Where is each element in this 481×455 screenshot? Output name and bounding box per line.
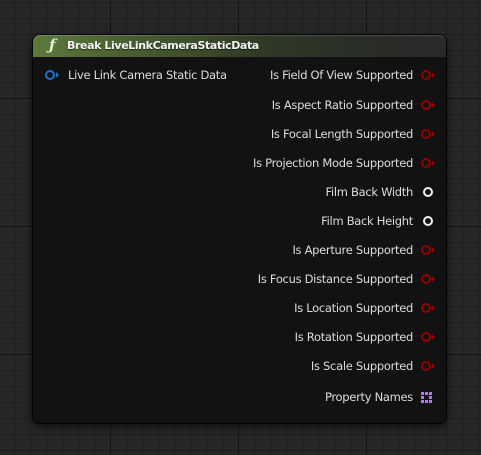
pin-label: Property Names: [324, 390, 413, 404]
break-struct-node[interactable]: ƒ Break LiveLinkCameraStaticData Live Li…: [33, 35, 446, 423]
output-pin-row-film-back-width[interactable]: Film Back Width: [33, 183, 446, 201]
pin-label: Is Field Of View Supported: [270, 68, 413, 82]
pin-arrow-icon: [432, 72, 435, 78]
pin-label: Film Back Width: [325, 185, 413, 199]
pin-arrow-icon: [432, 102, 435, 108]
output-pin-row-is-field-of-view-supported[interactable]: Is Field Of View Supported: [33, 66, 446, 84]
output-pin-row-is-focus-distance-supported[interactable]: Is Focus Distance Supported: [33, 270, 446, 288]
bool-pin-icon[interactable]: [421, 332, 431, 342]
output-pin-row-property-names[interactable]: Property Names: [33, 388, 446, 406]
pin-label: Is Aperture Supported: [292, 243, 413, 257]
bool-pin-icon[interactable]: [421, 158, 431, 168]
pin-arrow-icon: [432, 247, 435, 253]
pin-arrow-icon: [432, 363, 435, 369]
pin-label: Is Projection Mode Supported: [253, 156, 413, 170]
pin-arrow-icon: [432, 131, 435, 137]
output-pin-row-film-back-height[interactable]: Film Back Height: [33, 212, 446, 230]
bool-pin-icon[interactable]: [421, 274, 431, 284]
bool-pin-icon[interactable]: [421, 100, 431, 110]
output-pin-row-is-location-supported[interactable]: Is Location Supported: [33, 299, 446, 317]
pin-arrow-icon: [432, 160, 435, 166]
pin-arrow-icon: [432, 305, 435, 311]
bool-pin-icon[interactable]: [421, 70, 431, 80]
pin-label: Is Rotation Supported: [294, 330, 414, 344]
float-pin-icon[interactable]: [423, 187, 433, 197]
output-pin-row-is-scale-supported[interactable]: Is Scale Supported: [33, 357, 446, 375]
pin-label: Film Back Height: [321, 214, 413, 228]
pin-arrow-icon: [432, 276, 435, 282]
bool-pin-icon[interactable]: [421, 361, 431, 371]
node-header[interactable]: ƒ Break LiveLinkCameraStaticData: [33, 35, 446, 57]
bool-pin-icon[interactable]: [421, 245, 431, 255]
output-pin-row-is-focal-length-supported[interactable]: Is Focal Length Supported: [33, 125, 446, 143]
output-pin-row-is-rotation-supported[interactable]: Is Rotation Supported: [33, 328, 446, 346]
pin-label: Is Location Supported: [294, 301, 413, 315]
output-pin-row-is-projection-mode-supported[interactable]: Is Projection Mode Supported: [33, 154, 446, 172]
bool-pin-icon[interactable]: [421, 129, 431, 139]
pin-label: Is Aspect Ratio Supported: [271, 98, 414, 112]
pin-label: Is Focal Length Supported: [270, 127, 413, 141]
function-icon: ƒ: [49, 36, 56, 54]
array-pin-icon[interactable]: [421, 392, 432, 403]
float-pin-icon[interactable]: [423, 216, 433, 226]
output-pin-row-is-aspect-ratio-supported[interactable]: Is Aspect Ratio Supported: [33, 96, 446, 114]
bool-pin-icon[interactable]: [421, 303, 431, 313]
pin-arrow-icon: [432, 334, 435, 340]
output-pin-row-is-aperture-supported[interactable]: Is Aperture Supported: [33, 241, 446, 259]
pin-label: Is Focus Distance Supported: [257, 272, 414, 286]
node-title: Break LiveLinkCameraStaticData: [67, 39, 259, 52]
pin-label: Is Scale Supported: [310, 359, 413, 373]
